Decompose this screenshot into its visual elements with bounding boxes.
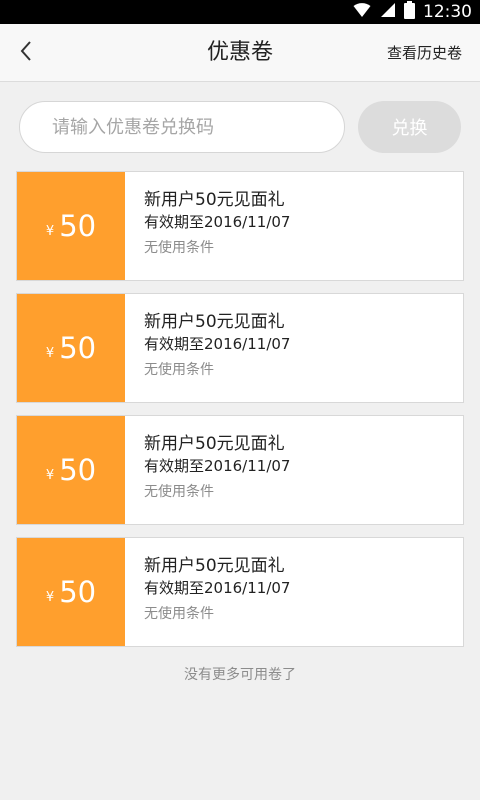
coupon-title: 新用户50元见面礼 xyxy=(144,190,285,210)
coupon-info: 新用户50元见面礼 有效期至2016/11/07 无使用条件 xyxy=(125,538,290,646)
coupon-value: 50 xyxy=(59,331,97,365)
back-button[interactable] xyxy=(8,34,44,72)
coupon-condition: 无使用条件 xyxy=(144,240,214,256)
status-icons: 12:30 xyxy=(353,0,472,24)
battery-icon xyxy=(404,1,415,23)
coupon-value: 50 xyxy=(59,453,97,487)
chevron-left-icon xyxy=(19,40,33,66)
status-time: 12:30 xyxy=(423,2,472,22)
coupon-list: ¥ 50 新用户50元见面礼 有效期至2016/11/07 无使用条件 ¥ 50… xyxy=(16,171,464,659)
currency-symbol: ¥ xyxy=(45,345,55,361)
header: 优惠卷 查看历史卷 xyxy=(0,24,480,82)
coupon-condition: 无使用条件 xyxy=(144,484,214,500)
coupon-info: 新用户50元见面礼 有效期至2016/11/07 无使用条件 xyxy=(125,416,290,524)
coupon-amount: ¥ 50 xyxy=(17,172,125,280)
coupon-expiry: 有效期至2016/11/07 xyxy=(144,457,291,475)
coupon-card[interactable]: ¥ 50 新用户50元见面礼 有效期至2016/11/07 无使用条件 xyxy=(16,537,464,647)
coupon-info: 新用户50元见面礼 有效期至2016/11/07 无使用条件 xyxy=(125,294,290,402)
coupon-amount: ¥ 50 xyxy=(17,294,125,402)
view-history-link[interactable]: 查看历史卷 xyxy=(387,24,462,82)
status-bar: 12:30 xyxy=(0,0,480,24)
no-more-coupons-text: 没有更多可用卷了 xyxy=(184,667,296,683)
coupon-info: 新用户50元见面礼 有效期至2016/11/07 无使用条件 xyxy=(125,172,290,280)
coupon-card[interactable]: ¥ 50 新用户50元见面礼 有效期至2016/11/07 无使用条件 xyxy=(16,293,464,403)
coupon-condition: 无使用条件 xyxy=(144,362,214,378)
coupon-amount: ¥ 50 xyxy=(17,416,125,524)
signal-icon xyxy=(379,2,396,22)
wifi-icon xyxy=(353,2,371,22)
coupon-expiry: 有效期至2016/11/07 xyxy=(144,579,291,597)
coupon-condition: 无使用条件 xyxy=(144,606,214,622)
coupon-title: 新用户50元见面礼 xyxy=(144,434,285,454)
currency-symbol: ¥ xyxy=(45,589,55,605)
redeem-button[interactable]: 兑换 xyxy=(358,101,461,153)
currency-symbol: ¥ xyxy=(45,223,55,239)
redeem-code-input[interactable] xyxy=(19,101,345,153)
coupon-value: 50 xyxy=(59,209,97,243)
coupon-expiry: 有效期至2016/11/07 xyxy=(144,213,291,231)
currency-symbol: ¥ xyxy=(45,467,55,483)
coupon-title: 新用户50元见面礼 xyxy=(144,312,285,332)
coupon-expiry: 有效期至2016/11/07 xyxy=(144,335,291,353)
coupon-card[interactable]: ¥ 50 新用户50元见面礼 有效期至2016/11/07 无使用条件 xyxy=(16,171,464,281)
coupon-value: 50 xyxy=(59,575,97,609)
coupon-amount: ¥ 50 xyxy=(17,538,125,646)
coupon-card[interactable]: ¥ 50 新用户50元见面礼 有效期至2016/11/07 无使用条件 xyxy=(16,415,464,525)
coupon-title: 新用户50元见面礼 xyxy=(144,556,285,576)
